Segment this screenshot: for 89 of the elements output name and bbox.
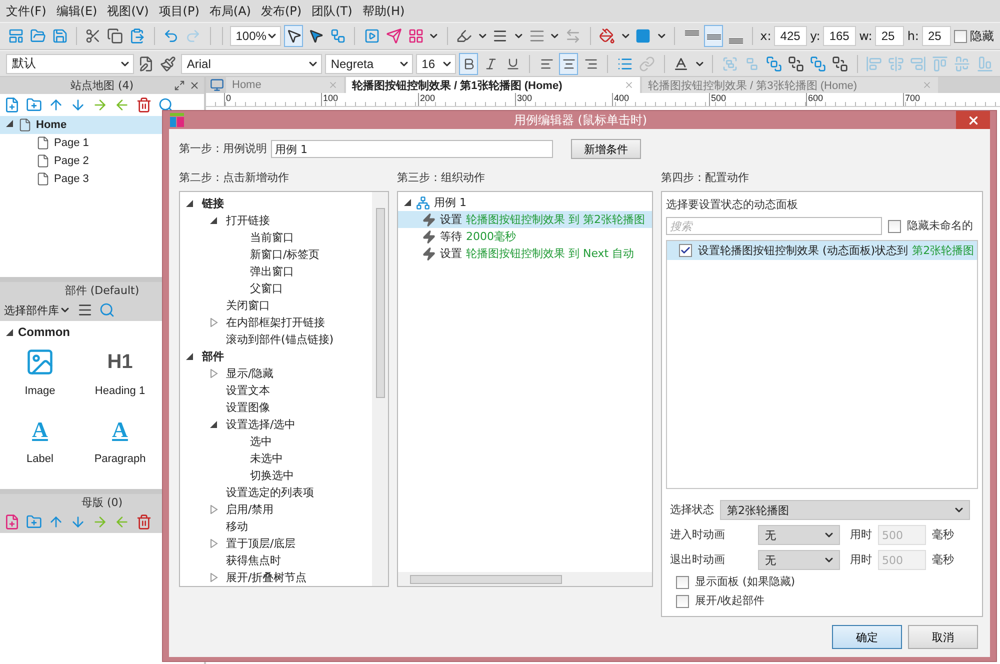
menu-item[interactable]: 帮助(H) bbox=[360, 2, 413, 20]
dialog-title: 用例编辑器 (鼠标单击时) bbox=[514, 112, 648, 128]
position-label: w: bbox=[859, 29, 872, 43]
action-item[interactable]: 未选中 bbox=[180, 450, 372, 467]
action-item[interactable]: 关闭窗口 bbox=[180, 297, 372, 314]
action-item[interactable]: 设置文本 bbox=[180, 382, 372, 399]
step-label: 第二步：点击新增动作 bbox=[179, 171, 290, 185]
action-item[interactable]: 设置选定的列表项 bbox=[180, 484, 372, 501]
ok-button[interactable]: 确定 bbox=[832, 625, 902, 649]
action-item[interactable]: 当前窗口 bbox=[180, 229, 372, 246]
panel-title: 站点地图 (4) bbox=[70, 78, 134, 93]
panel-title: 部件 (Default) bbox=[64, 283, 140, 298]
font-weight-dropdown[interactable]: Negreta bbox=[324, 54, 413, 74]
action-item[interactable]: 移动 bbox=[180, 518, 372, 535]
menu-item[interactable]: 项目(P) bbox=[156, 2, 208, 20]
action-item[interactable]: 打开链接 bbox=[180, 212, 372, 229]
animation-dropdown[interactable]: 无 bbox=[758, 550, 840, 570]
document-tab[interactable]: 轮播图按钮控制效果 / 第1张轮播图 (Home) bbox=[346, 77, 640, 93]
action-item[interactable]: 设置选择/选中 bbox=[180, 416, 372, 433]
ruler-number: 700 bbox=[903, 93, 1000, 106]
action-item[interactable]: 选中 bbox=[180, 433, 372, 450]
zoom-dropdown[interactable]: 100% bbox=[230, 26, 282, 46]
case-name-field[interactable]: 用例 1 bbox=[271, 140, 553, 158]
state-dropdown[interactable]: 第2张轮播图 bbox=[720, 500, 970, 520]
font-size-dropdown[interactable]: 16 bbox=[416, 54, 456, 74]
field-label: 用时 bbox=[850, 528, 872, 542]
animation-dropdown[interactable]: 无 bbox=[758, 525, 840, 545]
widget-label: Heading 1 bbox=[94, 385, 146, 397]
field-label: 用时 bbox=[850, 553, 872, 567]
organized-action[interactable]: 设置 轮播图按钮控制效果 到 第2张轮播图 bbox=[398, 211, 652, 228]
field-label: 选择状态 bbox=[670, 503, 714, 517]
case-item[interactable]: 用例 1 bbox=[398, 194, 652, 211]
position-label: x: bbox=[760, 29, 772, 43]
action-item[interactable]: 父窗口 bbox=[180, 280, 372, 297]
cancel-button[interactable]: 取消 bbox=[908, 625, 978, 649]
field-label: 进入时动画 bbox=[670, 528, 726, 542]
action-item[interactable]: 切换选中 bbox=[180, 467, 372, 484]
organized-action[interactable]: 等待 2000毫秒 bbox=[398, 228, 652, 245]
position-field[interactable]: 165 bbox=[823, 26, 856, 46]
position-field[interactable]: 25 bbox=[922, 26, 951, 46]
action-item[interactable]: 弹出窗口 bbox=[180, 263, 372, 280]
style-dropdown[interactable]: 默认 bbox=[6, 54, 134, 74]
ruler-number: 0 bbox=[224, 93, 321, 106]
checkbox-label: 展开/收起部件 bbox=[695, 594, 765, 608]
panel-state: 第2张轮播图 bbox=[912, 243, 974, 258]
action-item[interactable]: 显示/隐藏 bbox=[180, 365, 372, 382]
action-item[interactable]: 展开/折叠树节点 bbox=[180, 569, 372, 586]
panel-item-label: 设置轮播图按钮控制效果 (动态面板)状态到 bbox=[698, 243, 908, 258]
action-item[interactable]: 置于顶层/底层 bbox=[180, 535, 372, 552]
position-field[interactable]: 25 bbox=[875, 26, 904, 46]
organized-action[interactable]: 设置 轮播图按钮控制效果 到 Next 自动 bbox=[398, 245, 652, 262]
action-item[interactable]: 设置图像 bbox=[180, 399, 372, 416]
menu-item[interactable]: 布局(A) bbox=[207, 2, 259, 20]
widget-label: Image bbox=[24, 385, 56, 397]
unit-label: 毫秒 bbox=[932, 528, 954, 542]
ruler-number: 200 bbox=[418, 93, 515, 106]
menu-item[interactable]: 编辑(E) bbox=[54, 2, 106, 20]
ruler-number: 500 bbox=[709, 93, 806, 106]
action-item[interactable]: 部件 bbox=[180, 348, 372, 365]
step-label: 第三步：组织动作 bbox=[397, 171, 486, 185]
panel-label: 选择要设置状态的动态面板 bbox=[666, 198, 799, 212]
hidden-label: 隐藏 bbox=[970, 28, 994, 44]
font-dropdown[interactable]: Arial bbox=[180, 54, 322, 74]
ruler-number: 400 bbox=[612, 93, 709, 106]
position-label: h: bbox=[907, 29, 919, 43]
step-label: 第一步：用例说明 bbox=[179, 142, 267, 156]
position-field[interactable]: 425 bbox=[774, 26, 808, 46]
menu-item[interactable]: 视图(V) bbox=[105, 2, 157, 20]
action-item[interactable]: 获得焦点时 bbox=[180, 552, 372, 569]
menu-item[interactable]: 发布(P) bbox=[258, 2, 310, 20]
position-label: y: bbox=[810, 29, 820, 43]
widget-label: Paragraph bbox=[94, 453, 146, 465]
ruler-number: 300 bbox=[515, 93, 612, 106]
action-item[interactable]: 启用/禁用 bbox=[180, 501, 372, 518]
checkbox-label: 隐藏未命名的 bbox=[907, 219, 973, 233]
action-item[interactable]: 链接 bbox=[180, 195, 372, 212]
add-condition-button[interactable]: 新增条件 bbox=[571, 139, 641, 159]
field-label: 退出时动画 bbox=[670, 553, 726, 567]
menu-item[interactable]: 团队(T) bbox=[310, 2, 360, 20]
ruler-number: 100 bbox=[321, 93, 418, 106]
action-item[interactable]: 新窗口/标签页 bbox=[180, 246, 372, 263]
ruler-number: 600 bbox=[806, 93, 903, 106]
heading-widget-icon[interactable]: H1 bbox=[107, 347, 133, 377]
unit-label: 毫秒 bbox=[932, 553, 954, 567]
widget-label: Label bbox=[26, 453, 54, 465]
checkbox-label: 显示面板 (如果隐藏) bbox=[695, 575, 796, 589]
menu-item[interactable]: 文件(F) bbox=[4, 2, 54, 20]
step-label: 第四步：配置动作 bbox=[661, 171, 750, 185]
panel-title: 母版 (0) bbox=[81, 495, 123, 510]
